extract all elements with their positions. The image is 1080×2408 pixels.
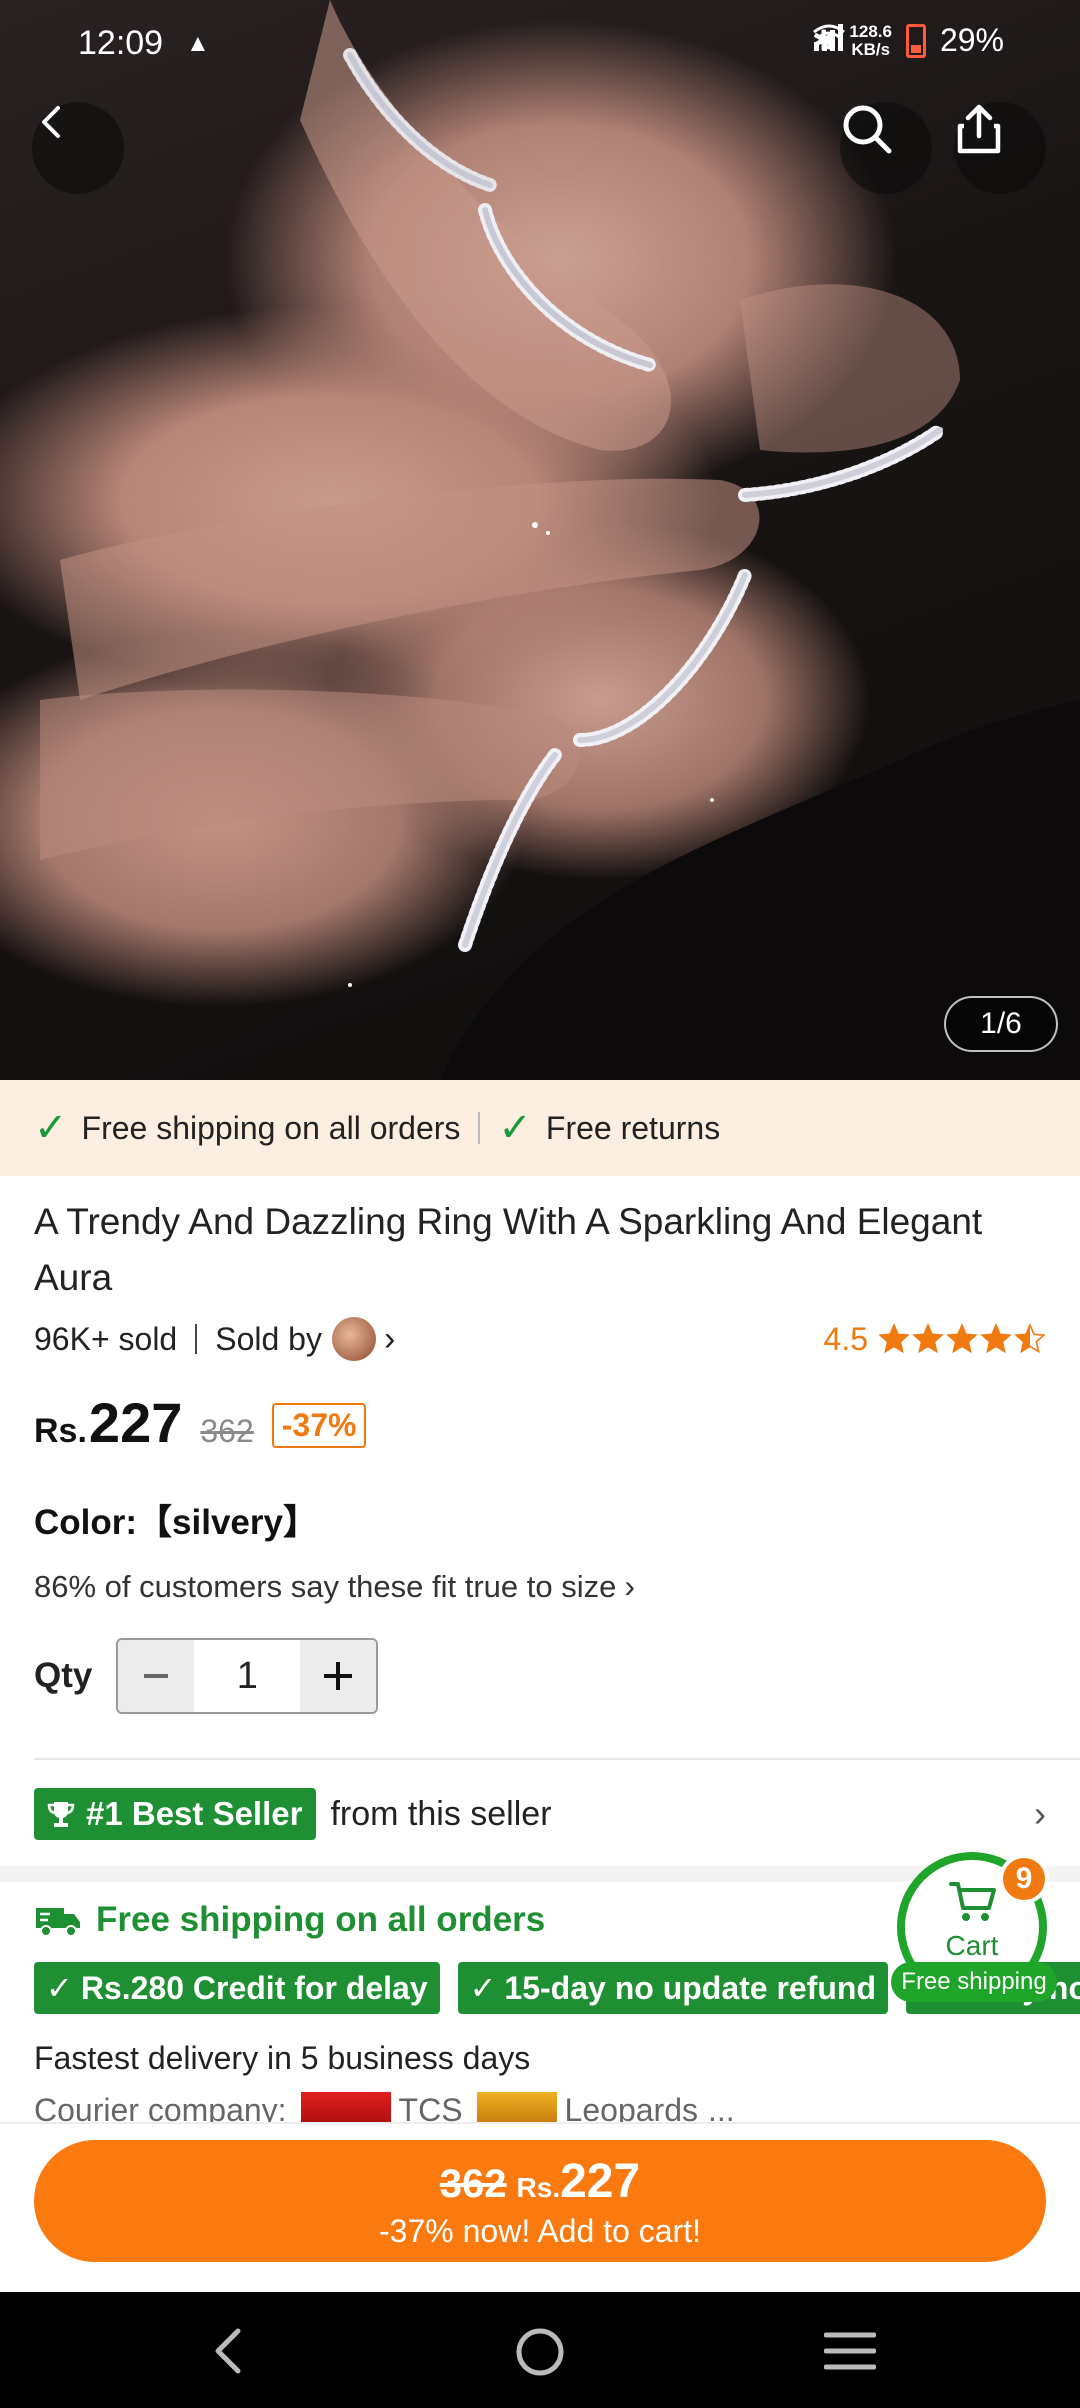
qty-label: Qty [34,1656,93,1695]
quantity-row: Qty 1 [34,1638,379,1714]
tcs-logo [300,2092,391,2122]
signal-icon [813,24,843,51]
original-price: 362 [200,1413,254,1449]
chevron-right-icon: › [624,1568,636,1604]
nav-menu-icon[interactable] [824,2330,876,2372]
network-speed: 128.6 KB/s [849,21,892,59]
search-button[interactable] [840,102,932,194]
nav-back-icon[interactable] [208,2326,248,2376]
share-button[interactable] [954,102,1046,194]
delivery-estimate: Fastest delivery in 5 business days [34,2040,531,2076]
price-row: Rs. 227 362 -37% [34,1390,367,1460]
star-icon [912,1323,944,1354]
cta-currency: Rs. [516,2172,561,2203]
cart-count-badge: 9 [999,1854,1049,1904]
courier-more: ... [707,2092,735,2122]
size-fit-link[interactable]: 86% of customers say these fit true to s… [34,1568,635,1605]
color-selector[interactable]: Color:【silvery】 [34,1494,318,1545]
shipping-banner[interactable]: ✓ Free shipping on all orders ✓ Free ret… [0,1080,1080,1176]
floating-cart-button[interactable]: Cart 9 Free shipping [891,1852,1057,2002]
seller-avatar[interactable] [331,1317,376,1361]
trophy-icon [47,1802,75,1827]
free-shipping-text: Free shipping on all orders [81,1109,461,1146]
bottom-action-bar: 362 Rs. 227 -37% now! Add to cart! [0,2122,1080,2292]
decrease-qty-button[interactable] [118,1640,195,1712]
courier-tcs: TCS [398,2092,463,2122]
sold-count: 96K+ sold [34,1320,178,1357]
free-shipping-section[interactable]: Free shipping on all orders [34,1900,545,1940]
star-icon [980,1323,1012,1354]
warning-icon: ▲ [186,30,210,57]
discount-badge: -37% [271,1402,367,1448]
add-to-cart-button[interactable]: 362 Rs. 227 -37% now! Add to cart! [34,2140,1046,2262]
image-page-indicator: 1/6 [944,996,1058,1052]
cart-icon [949,1882,996,1921]
chevron-right-icon: › [1034,1793,1046,1834]
courier-label: Courier company: [34,2092,287,2122]
battery-icon [905,23,926,58]
truck-icon [36,1908,80,1937]
product-image[interactable]: 12:09 ▲ ✱ 128.6KB/s 29% 1/6 [0,0,1080,1080]
product-title: A Trendy And Dazzling Ring With A Sparkl… [34,1201,983,1298]
status-time: 12:09 [78,24,164,62]
star-icon [878,1323,910,1354]
best-seller-row[interactable]: #1 Best Seller from this seller › [34,1788,1046,1840]
plus-icon [324,1662,353,1690]
refund-badge: ✓ 15-day no update refund [457,1962,889,2014]
quantity-stepper: 1 [116,1638,379,1714]
check-icon: ✓ [469,1970,497,2006]
battery-percent: 29% [939,22,1004,58]
chevron-left-icon [42,106,60,138]
check-icon: ✓ [34,1106,68,1150]
fit-text: 86% of customers say these fit true to s… [34,1568,617,1604]
divider [478,1112,481,1144]
back-button[interactable] [32,102,124,194]
credit-badge: ✓ Rs.280 Credit for delay [34,1962,440,2014]
free-shipping-title: Free shipping on all orders [96,1900,546,1939]
rating-value: 4.5 [823,1320,868,1357]
chevron-right-icon[interactable]: › [384,1320,395,1359]
cta-price: 227 [560,2155,641,2208]
cart-free-shipping-tag: Free shipping [891,1962,1057,2002]
color-value: 【silvery】 [137,1503,318,1542]
sold-by-label[interactable]: Sold by [215,1321,322,1358]
quantity-value[interactable]: 1 [194,1640,301,1712]
best-seller-badge: #1 Best Seller [34,1788,317,1840]
divider [195,1324,198,1354]
rating[interactable]: 4.5 [824,1321,1046,1358]
minus-icon [144,1674,169,1678]
cta-old-price: 362 [439,2162,507,2206]
nav-home-icon[interactable] [514,2326,566,2378]
price-currency: Rs. [34,1412,87,1450]
free-returns-text: Free returns [545,1109,721,1146]
check-icon: ✓ [46,1970,73,2006]
courier-row: Courier company: TCS Leopards ... [34,2092,1034,2122]
price: 227 [88,1391,183,1454]
share-icon [957,104,1001,154]
product-meta-row: 96K+ sold Sold by › 4.5 [34,1314,1046,1364]
search-icon [843,105,892,154]
system-nav-bar [0,2292,1080,2408]
from-seller-text: from this seller [330,1794,552,1833]
section-divider [34,1758,1080,1760]
cart-label: Cart [945,1930,999,1961]
status-bar: 12:09 ▲ ✱ 128.6KB/s 29% [0,0,1080,90]
increase-qty-button[interactable] [300,1640,377,1712]
check-icon: ✓ [498,1106,532,1150]
star-icon [946,1323,978,1354]
star-icon [1014,1323,1046,1354]
best-seller-text: #1 Best Seller [86,1795,303,1832]
cta-text: -37% now! Add to cart! [379,2213,701,2249]
leopards-logo [476,2092,557,2122]
rating-stars [878,1323,1046,1355]
color-label: Color: [34,1503,138,1542]
courier-leopards: Leopards [564,2092,698,2122]
